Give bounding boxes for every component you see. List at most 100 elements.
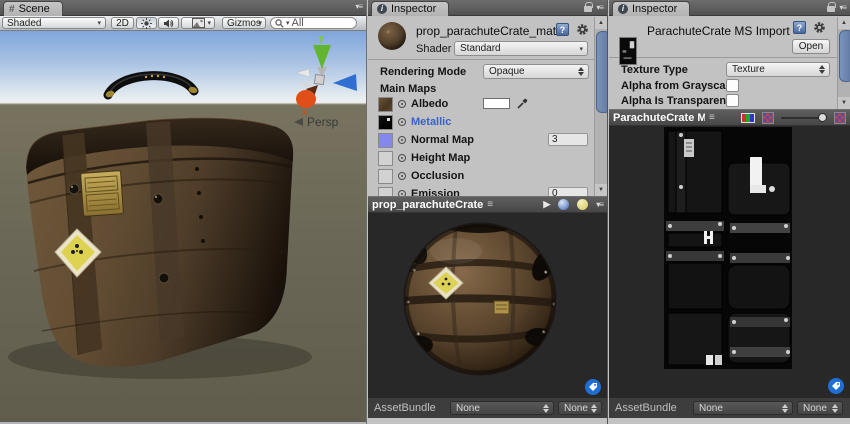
texture-target-icon[interactable] [398, 154, 406, 162]
slider-knob[interactable] [818, 113, 827, 122]
texture-type-dropdown[interactable]: Texture [726, 62, 830, 77]
texture-target-icon[interactable] [398, 118, 406, 126]
play-icon[interactable]: ▶ [543, 199, 550, 210]
preview-light-button[interactable] [577, 199, 588, 210]
albedo-texture-thumbnail[interactable] [378, 97, 393, 112]
alpha-transparent-checkbox[interactable] [726, 94, 739, 107]
metallic-row: Metallic [368, 114, 593, 131]
height-map-thumbnail[interactable] [378, 151, 393, 166]
texture-preview-header[interactable]: ParachuteCrate M ≡ [609, 109, 850, 126]
open-button[interactable]: Open [792, 39, 830, 54]
scene-effects-dropdown[interactable]: ▾ [181, 17, 215, 29]
albedo-color-swatch[interactable] [483, 98, 510, 109]
scrollbar-thumb[interactable] [596, 31, 608, 113]
texture-header: ParachuteCrate MS Import ? Open [609, 17, 850, 58]
preview-menu-icon[interactable]: ▾≡ [596, 200, 603, 209]
scene-viewport[interactable]: y x Persp [0, 31, 366, 424]
perspective-toggle[interactable]: Persp [294, 115, 338, 129]
panel-menu-icon[interactable]: ▾≡ [596, 3, 603, 12]
speaker-icon [163, 18, 174, 29]
scrollbar-thumb[interactable] [839, 30, 850, 82]
panel-menu-icon[interactable]: ▾≡ [839, 3, 846, 12]
enum-arrows-icon [543, 404, 549, 413]
occlusion-thumbnail[interactable] [378, 169, 393, 184]
normal-scale-field[interactable]: 3 [548, 133, 588, 146]
tab-scene[interactable]: # Scene [3, 1, 63, 16]
gear-icon[interactable] [576, 23, 589, 36]
material-preview-header[interactable]: prop_parachuteCrate ≡ ▶ ▾≡ [368, 196, 607, 213]
drag-handle-icon[interactable]: ≡ [709, 112, 714, 123]
metallic-texture-thumbnail[interactable] [378, 115, 393, 130]
shader-dropdown[interactable]: Standard ▾ [454, 41, 588, 56]
texture-type-label: Texture Type [621, 64, 688, 76]
scene-lighting-toggle[interactable] [136, 17, 157, 29]
mipmap-icon[interactable] [762, 112, 774, 124]
texture-target-icon[interactable] [398, 136, 406, 144]
2d-toggle-button[interactable]: 2D [111, 17, 134, 29]
wrap-mode-icon[interactable] [834, 112, 846, 124]
texture-preview-area[interactable]: x1024 sRGB RGBA Compressed DXT5 0.7 [609, 126, 850, 397]
info-icon: i [377, 4, 387, 14]
orientation-gizmo[interactable]: y x [296, 33, 357, 117]
tab-inspector-texture[interactable]: i Inspector [612, 1, 690, 16]
inspector-scrollbar[interactable]: ▲ ▼ [837, 17, 850, 109]
panel-menu-icon[interactable]: ▾≡ [355, 2, 362, 11]
lock-icon[interactable] [827, 6, 835, 12]
drag-handle-icon[interactable]: ≡ [487, 199, 492, 210]
map-label-height[interactable]: Height Map [411, 152, 470, 164]
enum-arrows-icon [591, 404, 597, 413]
eyedropper-icon[interactable] [516, 98, 528, 110]
scroll-down-icon[interactable]: ▼ [595, 184, 607, 196]
help-icon[interactable]: ? [793, 21, 806, 34]
assetbundle-tag-icon[interactable] [828, 378, 844, 394]
assetbundle-dropdown[interactable]: None [693, 401, 793, 415]
inspector-scrollbar[interactable]: ▲ ▼ [594, 17, 607, 196]
rgb-channels-icon[interactable] [741, 113, 755, 123]
shader-label: Shader [416, 43, 451, 55]
assetbundle-variant-dropdown[interactable]: None [797, 401, 843, 415]
brass-plate [81, 171, 124, 217]
emission-row: Emission 0 [368, 186, 593, 196]
assetbundle-bar: AssetBundle None None [609, 397, 850, 418]
scroll-up-icon[interactable]: ▲ [595, 17, 607, 29]
mip-level-slider[interactable] [781, 117, 827, 119]
rendering-mode-dropdown[interactable]: Opaque [483, 64, 589, 79]
gizmos-dropdown[interactable]: Gizmos ▾ [222, 17, 266, 29]
texture-target-icon[interactable] [398, 100, 406, 108]
enum-arrows-icon [832, 404, 838, 413]
lock-icon[interactable] [584, 6, 592, 12]
preview-sphere-button[interactable] [558, 199, 569, 210]
assetbundle-dropdown[interactable]: None [450, 401, 554, 415]
inspector-tabstrip: i Inspector ▾≡ [609, 0, 850, 16]
scene-search-input[interactable]: ▾ All [270, 17, 357, 29]
scene-toolbar: Shaded ▾ 2D ▾ Gizmos ▾ ▾ All [0, 16, 366, 31]
assetbundle-variant-dropdown[interactable]: None [558, 401, 602, 415]
map-label-metallic[interactable]: Metallic [411, 116, 451, 128]
scene-3d-render: y x [0, 31, 367, 424]
alpha-grayscale-checkbox[interactable] [726, 79, 739, 92]
search-icon [275, 19, 284, 28]
normal-map-thumbnail[interactable] [378, 133, 393, 148]
gear-icon[interactable] [813, 21, 826, 34]
map-label-occlusion[interactable]: Occlusion [411, 170, 464, 182]
draw-mode-dropdown[interactable]: Shaded ▾ [2, 17, 106, 29]
assetbundle-bar: AssetBundle None None [368, 397, 607, 418]
rendering-mode-label: Rendering Mode [380, 66, 466, 78]
material-preview-area[interactable] [368, 213, 607, 397]
normal-map-row: Normal Map 3 [368, 132, 593, 149]
map-label-emission[interactable]: Emission [411, 188, 460, 196]
tab-inspector-material[interactable]: i Inspector [371, 1, 449, 16]
scroll-down-icon[interactable]: ▼ [838, 97, 850, 109]
map-label-normal[interactable]: Normal Map [411, 134, 474, 146]
emission-value-field[interactable]: 0 [548, 187, 588, 196]
sun-icon [141, 18, 152, 29]
chevron-down-icon: ▾ [579, 45, 583, 53]
scroll-up-icon[interactable]: ▲ [838, 17, 850, 29]
assetbundle-tag-icon[interactable] [585, 379, 601, 395]
texture-target-icon[interactable] [398, 172, 406, 180]
scene-audio-toggle[interactable] [158, 17, 179, 29]
albedo-row: Albedo [368, 96, 593, 113]
map-label-albedo[interactable]: Albedo [411, 98, 448, 110]
help-icon[interactable]: ? [556, 23, 569, 36]
emission-thumbnail[interactable] [378, 187, 393, 196]
